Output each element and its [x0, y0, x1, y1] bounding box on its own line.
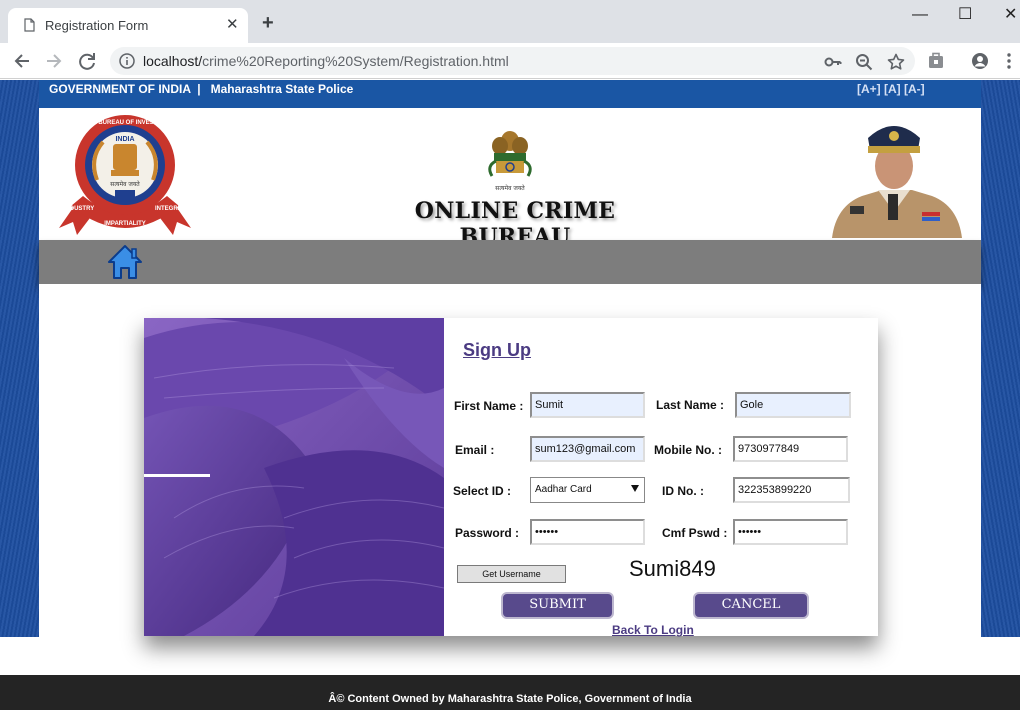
get-username-button[interactable]: Get Username	[457, 565, 566, 583]
id-type-selected-value: Aadhar Card	[535, 484, 592, 495]
tab-close-button[interactable]: ✕	[226, 17, 239, 32]
browser-tab[interactable]: Registration Form ✕	[8, 8, 248, 43]
decorative-divider-line	[144, 474, 210, 477]
extension-icon[interactable]	[927, 52, 945, 70]
select-id-label: Select ID :	[453, 484, 512, 498]
footer-text: Â© Content Owned by Maharashtra State Po…	[328, 693, 692, 705]
zoom-icon[interactable]	[855, 53, 873, 71]
submit-button[interactable]: SUBMIT	[501, 592, 614, 619]
maximize-button[interactable]: ☐	[958, 6, 972, 24]
cbi-logo-center-text: IMPARTIALITY	[104, 221, 146, 227]
address-bar[interactable]: localhost/crime%20Reporting%20System/Reg…	[110, 47, 915, 75]
close-window-button[interactable]: ✕	[1004, 6, 1017, 24]
cbi-logo: INDIA सत्यमेव जयते CENTRAL BUREAU OF INV…	[59, 115, 191, 235]
cbi-logo-top-text: CENTRAL BUREAU OF INVESTIGATION	[68, 120, 182, 126]
government-bar: GOVERNMENT OF INDIA | Maharashtra State …	[39, 80, 981, 108]
emblem-motto-text: सत्यमेव जयते	[495, 184, 525, 192]
key-icon[interactable]	[824, 53, 842, 71]
page-background-left	[0, 80, 39, 637]
id-no-input[interactable]: 322353899220	[733, 477, 850, 503]
generated-username: Sumi849	[629, 556, 716, 581]
main-content: Sign Up First Name : Sumit Last Name : G…	[39, 284, 981, 637]
tab-title: Registration Form	[45, 18, 149, 33]
cancel-button[interactable]: CANCEL	[693, 592, 809, 619]
url-host: localhost/	[143, 53, 203, 69]
web-page: GOVERNMENT OF INDIA | Maharashtra State …	[0, 80, 1020, 710]
password-label: Password :	[455, 526, 520, 540]
url-path: crime%20Reporting%20System/Registration.…	[202, 53, 509, 69]
page-background-right	[981, 80, 1020, 637]
id-no-label: ID No. :	[662, 484, 704, 498]
confirm-password-input[interactable]: ••••••	[733, 519, 848, 545]
signup-card: Sign Up First Name : Sumit Last Name : G…	[144, 318, 878, 637]
password-input[interactable]: ••••••	[530, 519, 645, 545]
reload-icon[interactable]	[76, 50, 98, 72]
info-icon[interactable]	[119, 53, 135, 69]
government-text: GOVERNMENT OF INDIA | Maharashtra State …	[49, 82, 354, 96]
browser-tabstrip: Registration Form ✕ + — ☐ ✕	[0, 0, 1020, 43]
home-icon[interactable]	[107, 243, 143, 281]
back-to-login-link[interactable]: Back To Login	[612, 623, 694, 637]
document-icon	[24, 18, 35, 32]
first-name-input[interactable]: Sumit	[530, 392, 645, 418]
back-arrow-icon[interactable]	[11, 50, 33, 72]
nav-strip	[39, 240, 981, 284]
minimize-button[interactable]: —	[912, 6, 928, 24]
profile-icon[interactable]	[971, 52, 989, 70]
decorative-leaf-image	[144, 318, 444, 636]
email-label: Email :	[455, 443, 495, 457]
signup-form: Sign Up First Name : Sumit Last Name : G…	[444, 318, 878, 637]
dropdown-arrow-icon	[631, 485, 639, 492]
url-text: localhost/crime%20Reporting%20System/Reg…	[143, 53, 509, 69]
last-name-input[interactable]: Gole	[735, 392, 851, 418]
cbi-logo-motto-text: सत्यमेव जयते	[110, 180, 140, 188]
cbi-logo-right-text: INTEGRITY	[155, 206, 187, 212]
site-header: INDIA सत्यमेव जयते CENTRAL BUREAU OF INV…	[39, 108, 981, 250]
last-name-label: Last Name :	[656, 398, 725, 412]
star-icon[interactable]	[887, 53, 905, 71]
mobile-label: Mobile No. :	[654, 443, 722, 457]
font-size-controls[interactable]: [A+] [A] [A-]	[857, 82, 925, 96]
officer-portrait	[822, 116, 967, 238]
browser-toolbar: localhost/crime%20Reporting%20System/Reg…	[0, 43, 1020, 79]
cbi-logo-india-text: INDIA	[115, 136, 134, 143]
mobile-input[interactable]: 9730977849	[733, 436, 848, 462]
page-footer: Â© Content Owned by Maharashtra State Po…	[0, 675, 1020, 710]
cbi-logo-left-text: INDUSTRY	[64, 206, 94, 212]
new-tab-button[interactable]: +	[262, 13, 274, 33]
national-emblem: सत्यमेव जयते	[488, 131, 532, 192]
confirm-password-label: Cmf Pswd :	[662, 526, 728, 540]
first-name-label: First Name :	[454, 399, 524, 413]
forward-arrow-icon[interactable]	[43, 50, 65, 72]
id-type-select[interactable]: Aadhar Card	[530, 477, 645, 503]
menu-icon[interactable]	[1004, 52, 1014, 70]
email-input[interactable]: sum123@gmail.com	[530, 436, 645, 462]
signup-heading: Sign Up	[463, 340, 531, 360]
